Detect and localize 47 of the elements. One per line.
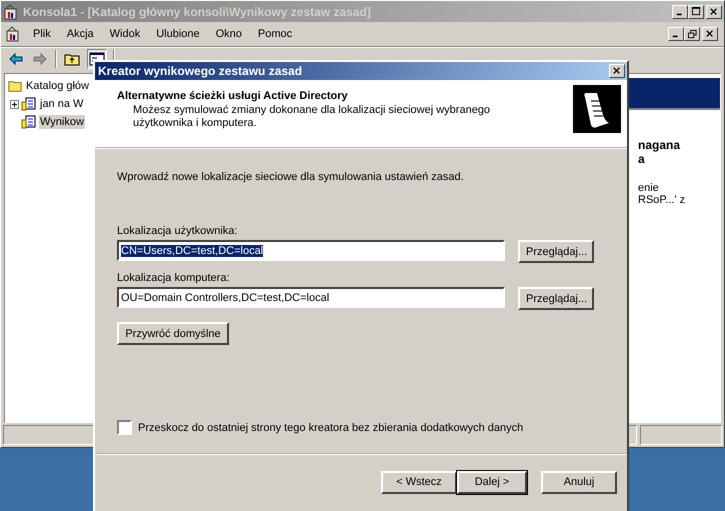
menu-item[interactable]: Plik [25,28,59,40]
input-field[interactable]: CN=Users,DC=test,DC=local [117,240,505,261]
dialog-title: Kreator wynikowego zestawu zasad [98,64,302,78]
wizard-button[interactable]: < Wstecz [381,470,457,494]
page-heading: Alternatywne ścieżki usługi Active Directory [117,90,349,102]
pane-text: enie [638,182,659,194]
menu-item[interactable]: Ulubione [148,28,208,40]
back-arrow-icon[interactable] [7,50,25,68]
browse-button[interactable]: Przeglądaj... [518,287,594,310]
folder-icon [7,79,23,93]
scroll-document-icon [573,85,621,133]
console-icon [5,26,21,42]
restore-defaults-button[interactable]: Przywróć domyślne [117,322,229,345]
minimize-button[interactable] [668,27,684,41]
browse-button[interactable]: Przeglądaj... [518,240,594,263]
tree-item[interactable]: Katalog głów [25,79,90,93]
tree-item[interactable]: jan na W [39,97,84,111]
forward-arrow-icon[interactable] [31,50,49,68]
menu-item[interactable]: Akcja [58,28,102,40]
wizard-button[interactable]: Anuluj [541,470,617,494]
close-icon [613,67,621,75]
menu-item[interactable]: Pomoc [250,28,300,40]
page-description: Możesz symulować zmiany dokonane dla lokalizacji sieciowej wybranego użytkownika i komputera. [132,104,492,130]
wizard-button[interactable]: Dalej > [457,470,527,494]
field-label: Lokalizacja komputera: [117,272,231,284]
policy-scroll-icon [21,96,37,112]
maximize-icon [692,7,700,16]
console-icon [3,4,19,20]
pane-text: nagana [638,138,680,152]
menu-item[interactable]: Okno [208,28,250,40]
input-field[interactable]: OU=Domain Controllers,DC=test,DC=local [117,287,505,308]
checkbox[interactable] [117,420,132,435]
tree-item[interactable]: Wynikow [39,115,85,129]
pane-text: RSoP...' z [638,194,686,206]
close-button[interactable] [609,64,625,78]
close-icon [706,30,714,38]
checkbox-label: Przeskocz do ostatniej strony tego kreatora bez zbierania dodatkowych danych [138,422,524,434]
field-label: Lokalizacja użytkownika: [117,225,238,237]
restore-button[interactable] [684,27,700,41]
close-button[interactable] [702,27,718,41]
policy-scroll-icon [21,114,37,130]
restore-icon [688,30,696,38]
menu-item[interactable]: Widok [102,28,148,40]
expand-icon[interactable] [10,100,19,108]
close-icon [710,8,718,16]
pane-text: a [638,152,645,166]
instruction-text: Wprowadź nowe lokalizacje sieciowe dla symulowania ustawień zasad. [117,171,464,183]
